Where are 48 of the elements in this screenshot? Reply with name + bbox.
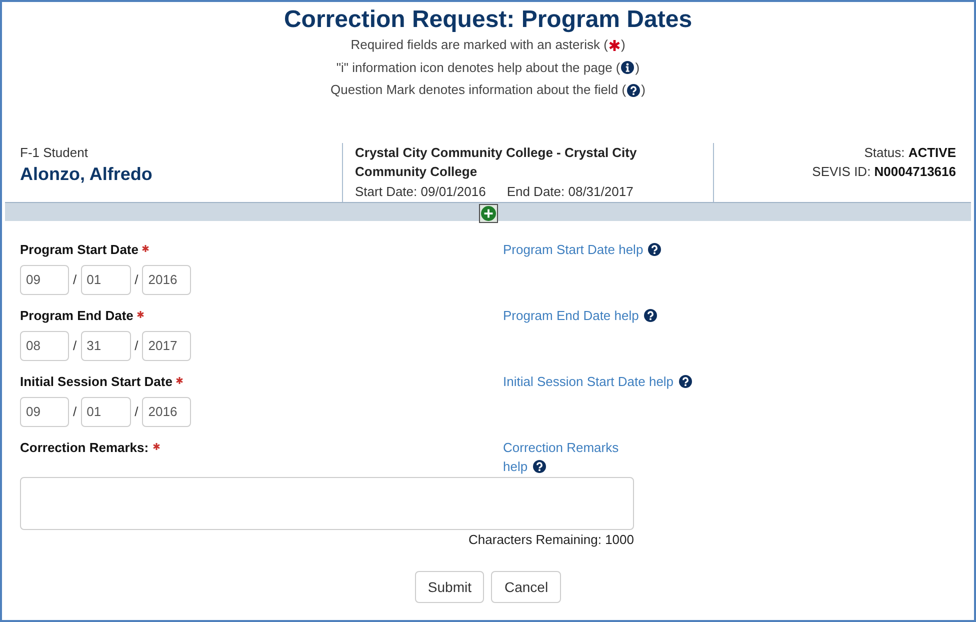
asterisk-icon	[608, 40, 620, 51]
cancel-button[interactable]: Cancel	[491, 570, 562, 602]
legend-text: )	[635, 60, 640, 76]
help-link[interactable]: Program Start Date help	[503, 240, 662, 260]
field-label: Program Start Date	[20, 240, 138, 259]
day-field[interactable]: 01	[80, 264, 131, 294]
help-icon	[532, 460, 546, 473]
field-label: Initial Session Start Date	[20, 372, 172, 390]
help-link[interactable]: Program End Date help	[503, 306, 657, 326]
legend-text: Required fields are marked with an asterisk (	[350, 37, 608, 54]
date-separator: /	[134, 272, 140, 288]
date-separator: /	[72, 272, 78, 288]
year-field[interactable]: 2017	[142, 330, 192, 360]
help-icon	[644, 308, 657, 322]
remarks-field[interactable]	[20, 476, 634, 530]
page-title: Correction Request: Program Dates	[284, 6, 692, 34]
help-icon	[678, 374, 692, 388]
info-icon	[621, 61, 634, 74]
month-field[interactable]: 09	[20, 264, 69, 294]
legend-text: Question Mark denotes information about the field (	[330, 82, 626, 98]
school-name: Crystal City Community College - Crystal City Community College	[355, 144, 638, 181]
help-icon	[627, 84, 640, 97]
year-field[interactable]: 2016	[142, 264, 192, 294]
help-link[interactable]: Initial Session Start Date help	[503, 372, 692, 392]
legend-text: "i" information icon denotes help about the page (	[336, 60, 620, 76]
program-end-date: End Date: 08/31/2017	[506, 184, 634, 198]
date-separator: /	[72, 404, 78, 420]
legend-text: )	[641, 82, 646, 98]
field-label: Correction Remarks:	[20, 438, 149, 456]
help-icon	[648, 242, 662, 256]
characters-remaining: Characters Remaining: 1000	[468, 530, 634, 548]
date-separator: /	[72, 338, 78, 354]
year-field[interactable]: 2016	[142, 396, 192, 426]
date-separator: /	[134, 338, 140, 354]
date-separator: /	[134, 404, 140, 420]
field-label: Program End Date	[20, 306, 134, 325]
day-field[interactable]: 31	[80, 330, 131, 360]
sevis-id-text: SEVIS ID: N0004713616	[811, 163, 956, 181]
legend-text: )	[620, 37, 626, 54]
month-field[interactable]: 09	[20, 396, 69, 426]
student-name: Alonzo, Alfredo	[20, 162, 154, 186]
day-field[interactable]: 01	[80, 396, 131, 426]
help-link[interactable]: Correction Remarks help	[503, 438, 635, 476]
month-field[interactable]: 08	[20, 330, 69, 360]
program-start-date: Start Date: 09/01/2016	[355, 184, 486, 198]
status-text: Status: ACTIVE	[863, 144, 956, 162]
student-category: F-1 Student	[20, 144, 89, 162]
submit-button[interactable]: Submit	[414, 570, 484, 602]
